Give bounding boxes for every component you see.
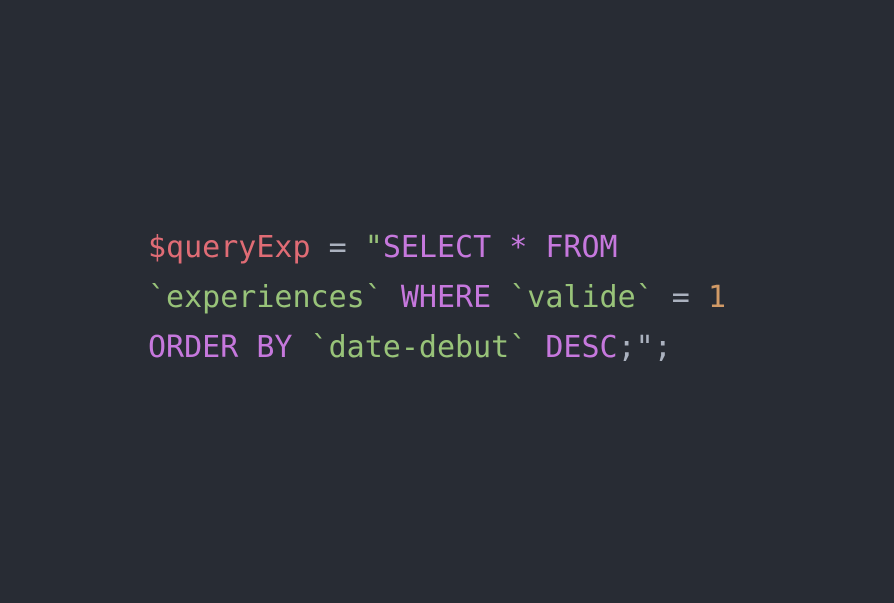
- code-line-3: ORDER BY `date-debut` DESC;";: [148, 323, 726, 373]
- sql-keyword-token: SELECT * FROM: [382, 230, 618, 265]
- string-quote-token: ": [364, 230, 383, 265]
- punctuation-token: ;";: [617, 330, 672, 365]
- column-name-token: `valide`: [509, 280, 654, 315]
- code-snippet: $queryExp = "SELECT * FROM `experiences` …: [148, 223, 726, 373]
- code-line-1: $queryExp = "SELECT * FROM: [148, 223, 726, 273]
- variable-token: $queryExp: [148, 230, 311, 265]
- code-line-2: `experiences` WHERE `valide` = 1: [148, 273, 726, 323]
- operator-token: =: [310, 230, 365, 265]
- column-name-token: `date-debut`: [310, 330, 528, 365]
- sql-keyword-token: DESC: [545, 330, 618, 365]
- sql-keyword-token: WHERE: [400, 280, 492, 315]
- operator-token: =: [653, 280, 708, 315]
- number-token: 1: [707, 280, 726, 315]
- table-name-token: `experiences`: [148, 280, 383, 315]
- sql-keyword-token: ORDER BY: [148, 330, 293, 365]
